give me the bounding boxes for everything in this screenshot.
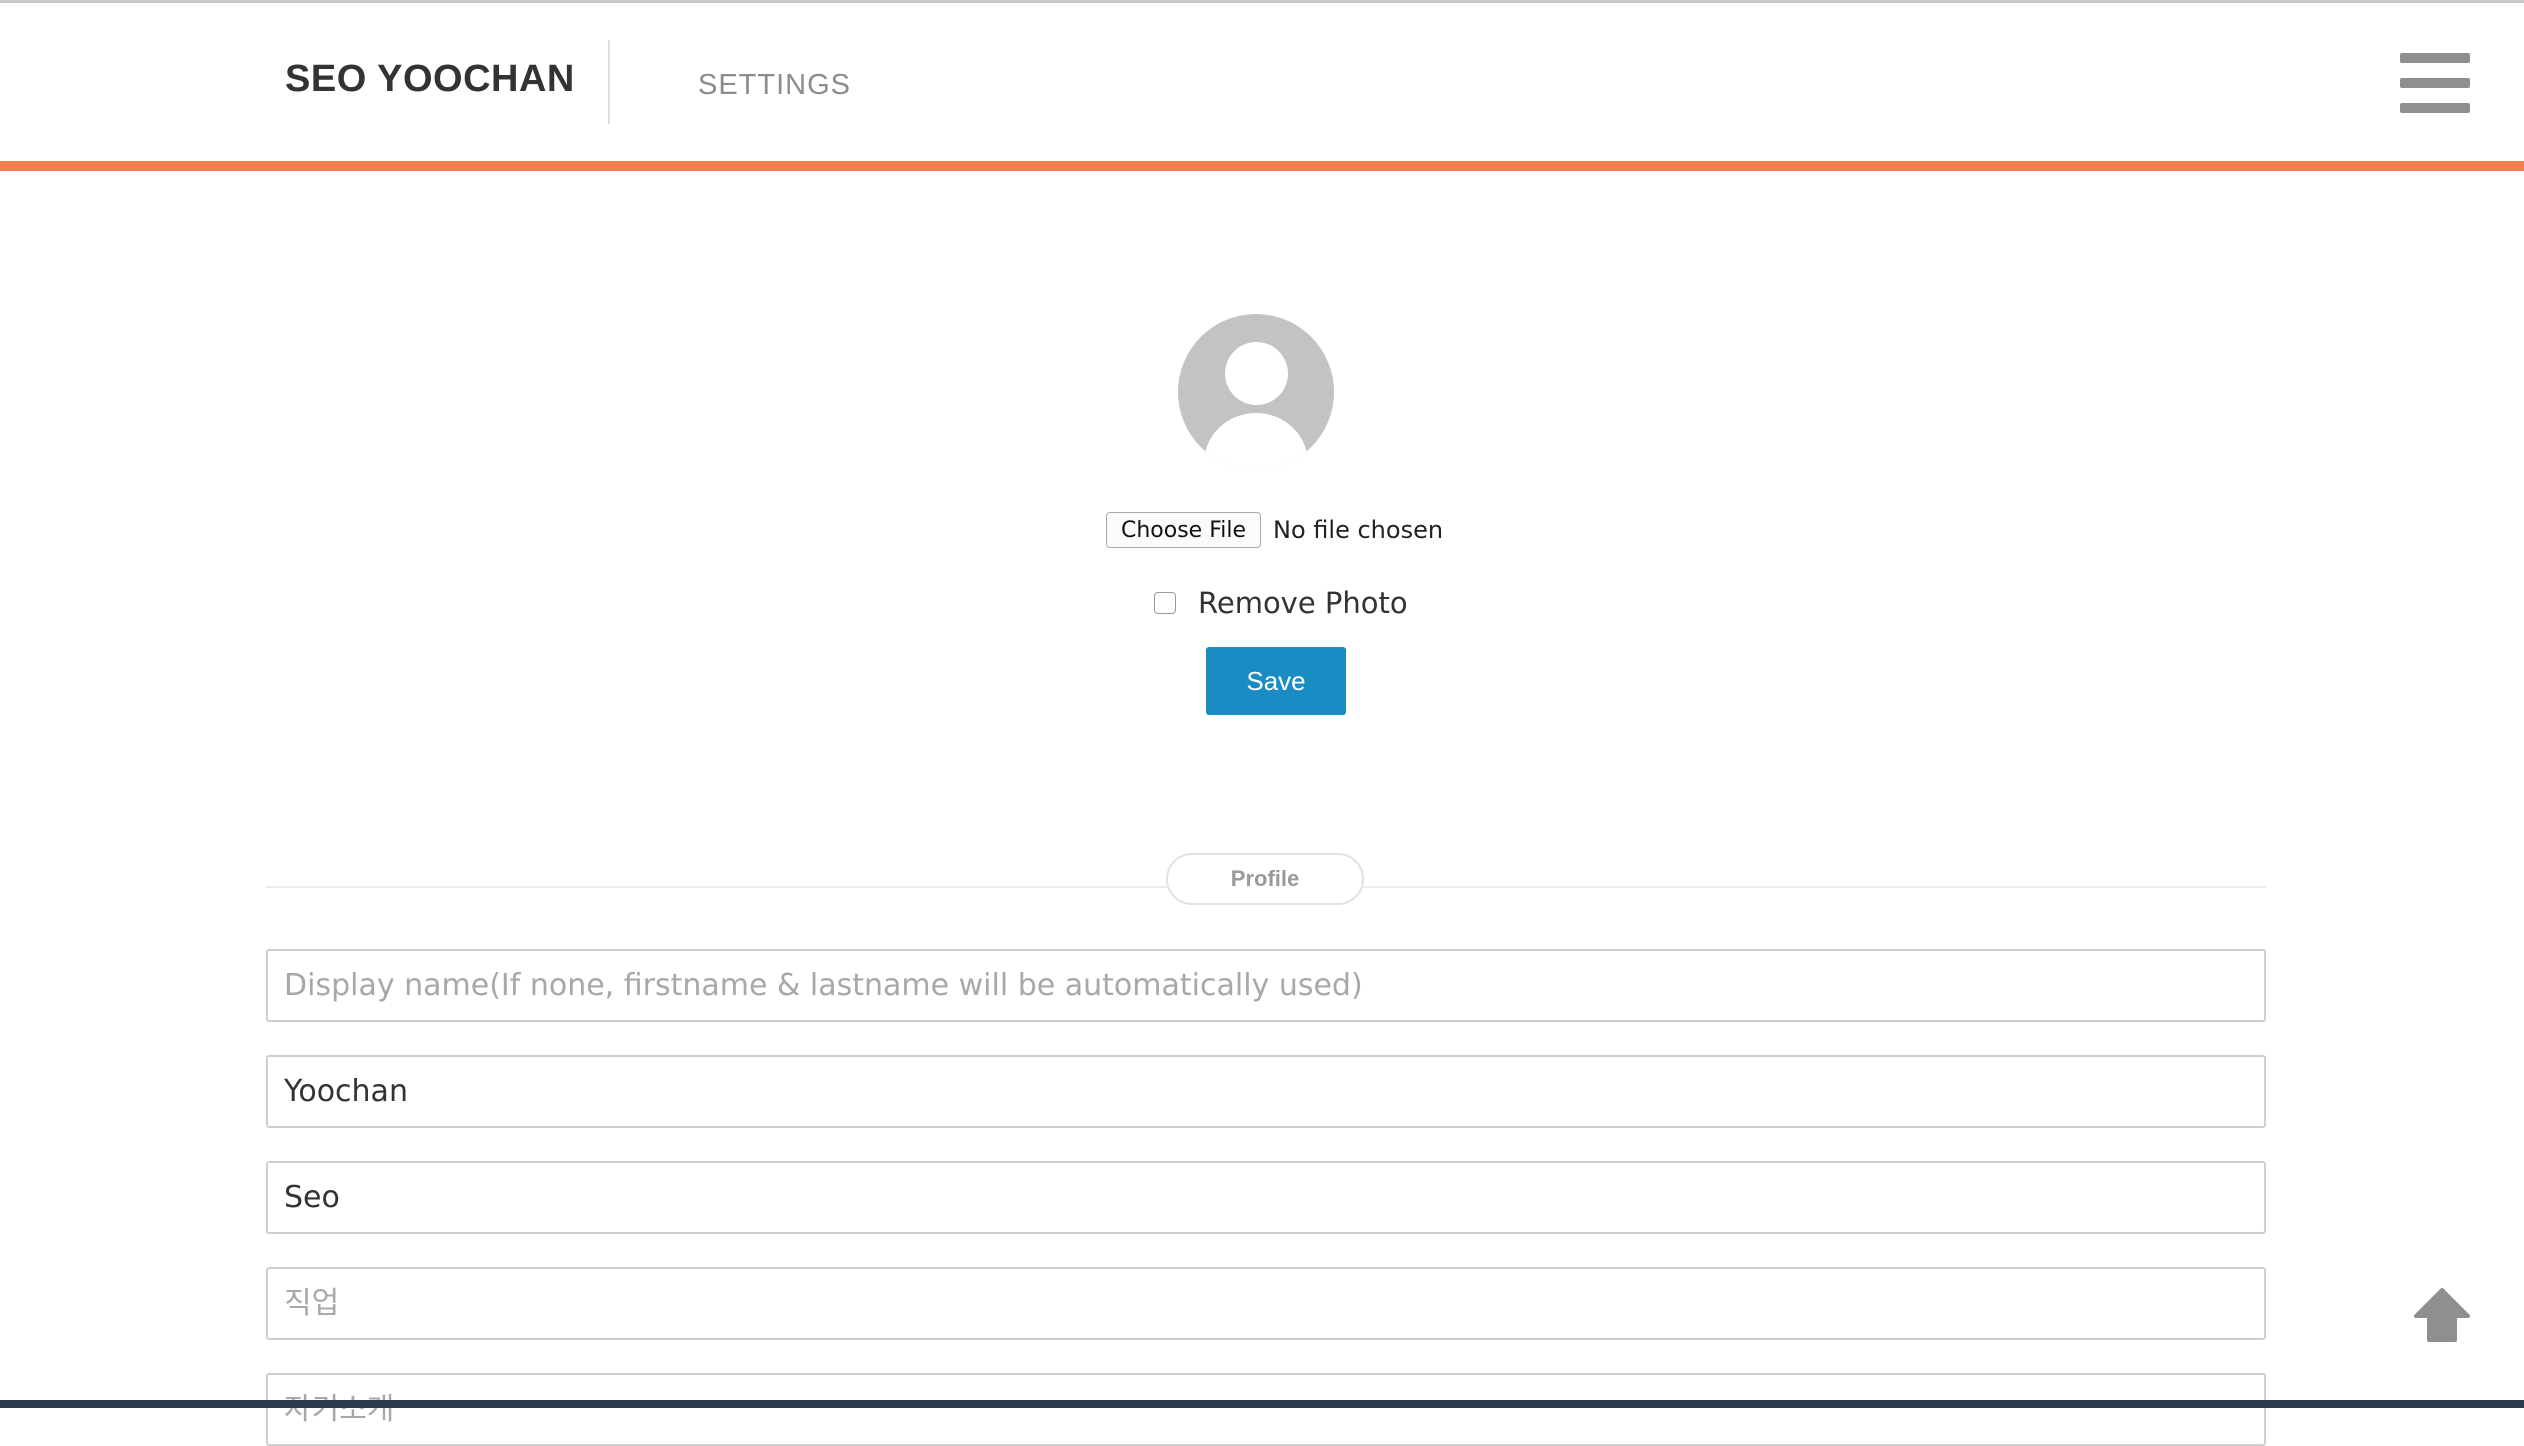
display-name-field[interactable] [266, 949, 2266, 1022]
remove-photo-checkbox[interactable] [1154, 592, 1176, 614]
window-bottom-edge [0, 1400, 2524, 1408]
avatar-head [1225, 342, 1288, 405]
header-divider [608, 40, 610, 124]
nav-settings-link[interactable]: SETTINGS [698, 69, 851, 102]
profile-section-label: Profile [1166, 853, 1364, 905]
header-accent-bar [0, 161, 2524, 171]
remove-photo-row: Remove Photo [1154, 583, 1408, 623]
menu-bar-top [2400, 53, 2470, 63]
brand-title[interactable]: SEO YOOCHAN [285, 58, 575, 101]
first-name-field[interactable] [266, 1055, 2266, 1128]
remove-photo-label[interactable]: Remove Photo [1198, 586, 1408, 620]
save-button[interactable]: Save [1206, 647, 1346, 715]
choose-file-button[interactable]: Choose File [1106, 512, 1262, 548]
bio-field[interactable] [266, 1373, 2266, 1446]
occupation-field[interactable] [266, 1267, 2266, 1340]
hamburger-icon[interactable] [2400, 53, 2470, 115]
site-header: SEO YOOCHAN SETTINGS [0, 3, 2524, 161]
arrow-up-icon[interactable] [2413, 1288, 2471, 1342]
menu-bar-middle [2400, 78, 2470, 88]
last-name-field[interactable] [266, 1161, 2266, 1234]
default-user-icon [1178, 314, 1334, 470]
file-upload-row: Choose File No file chosen [1106, 512, 1443, 548]
menu-bar-bottom [2400, 103, 2470, 113]
file-status-text: No file chosen [1273, 516, 1444, 544]
avatar-body [1204, 413, 1308, 470]
